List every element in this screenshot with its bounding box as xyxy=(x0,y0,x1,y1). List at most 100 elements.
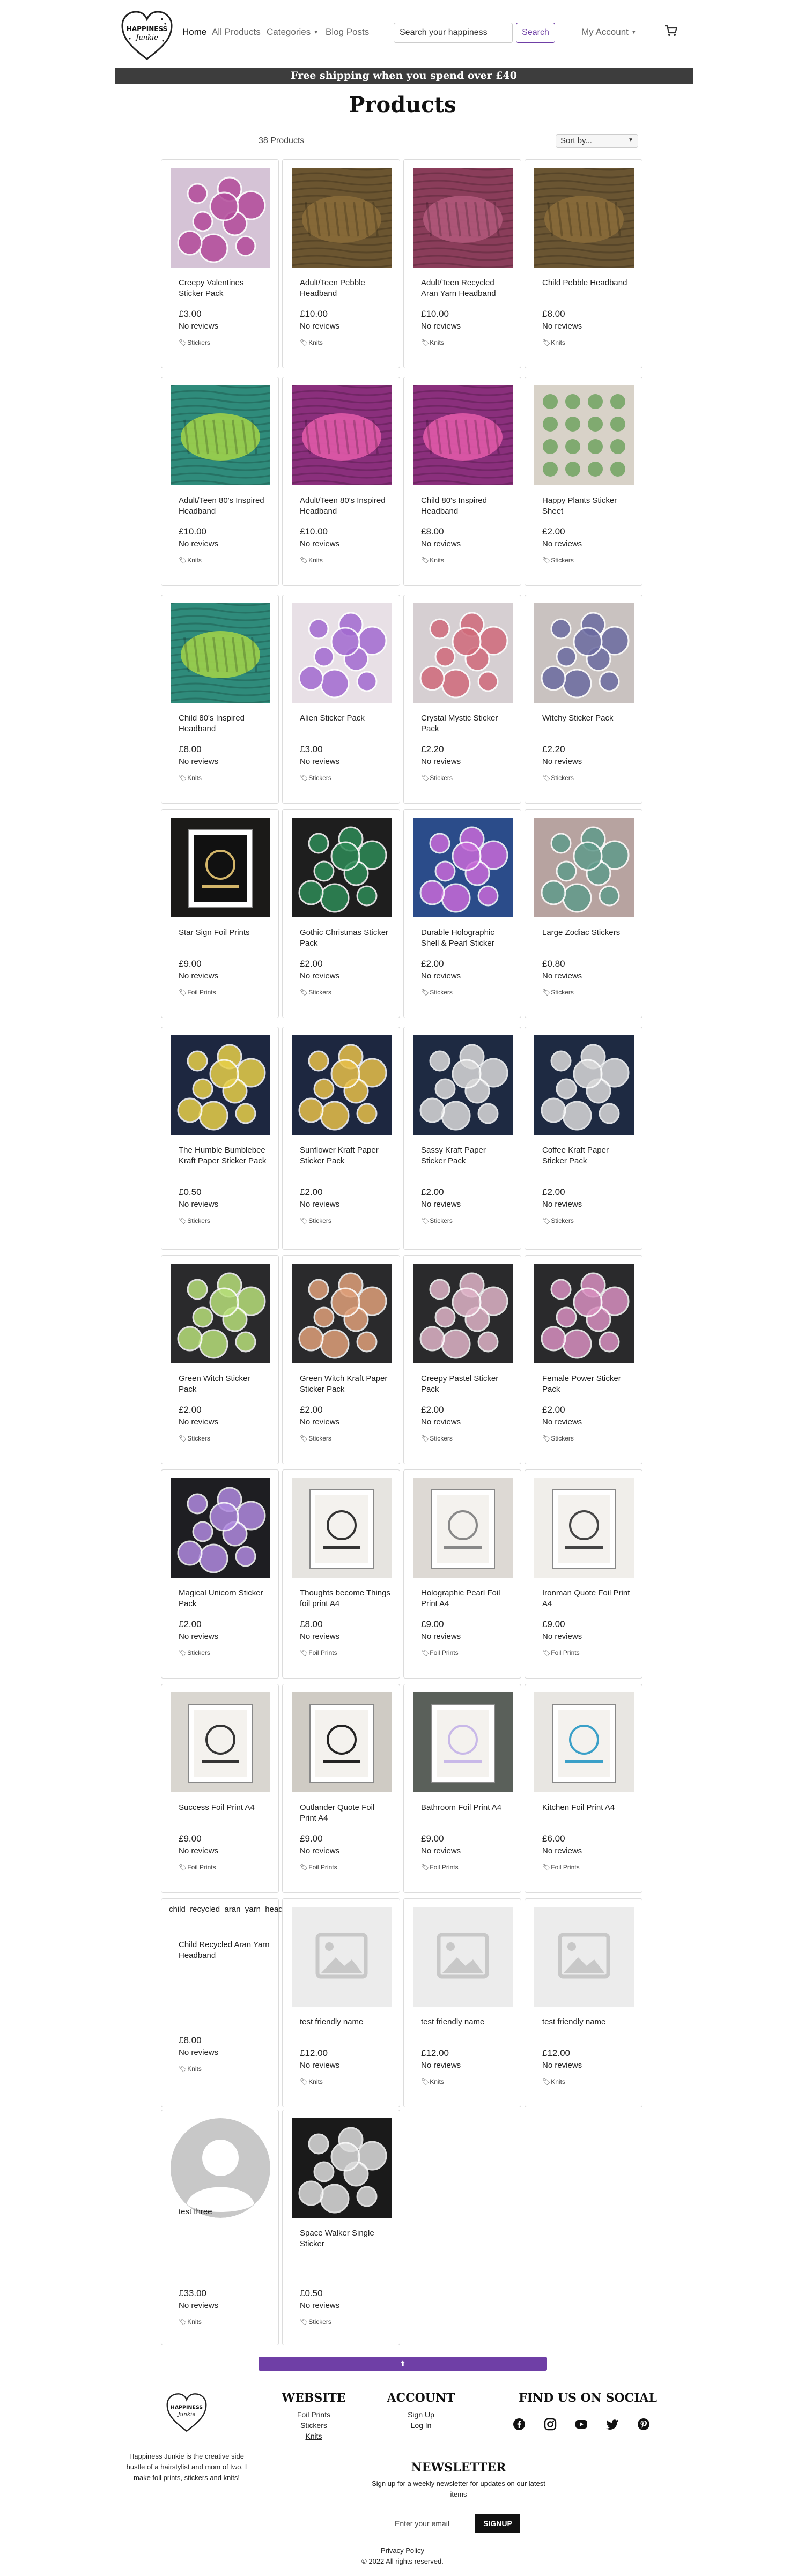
product-card[interactable]: Kitchen Foil Print A4 £6.00 No reviews 🏷Foi… xyxy=(525,1684,642,1893)
product-card[interactable]: Space Walker Single Sticker £0.50 No revie… xyxy=(282,2110,400,2345)
product-card[interactable]: Holographic Pearl Foil Print A4 £9.00 No r… xyxy=(403,1469,521,1679)
product-card[interactable]: Child 80's Inspired Headband £8.00 No revi… xyxy=(403,377,521,586)
product-card[interactable]: Adult/Teen 80's Inspired Headband £10.00 N… xyxy=(161,377,279,586)
product-card[interactable]: test friendly name £12.00 No reviews 🏷Knits xyxy=(403,1898,521,2107)
footer-link-knits[interactable]: Knits xyxy=(271,2432,357,2440)
product-name[interactable]: test three xyxy=(179,2207,270,2217)
product-image[interactable] xyxy=(534,168,634,268)
search-button[interactable]: Search xyxy=(516,23,555,43)
product-card[interactable]: Coffee Kraft Paper Sticker Pack £2.00 No r… xyxy=(525,1027,642,1250)
product-category[interactable]: 🏷Knits xyxy=(300,339,323,346)
product-category[interactable]: 🏷Stickers xyxy=(421,989,453,996)
site-logo[interactable]: HAPPINESS Junkie xyxy=(119,8,175,63)
product-category[interactable]: 🏷Stickers xyxy=(421,774,453,782)
product-name[interactable]: Creepy Valentines Sticker Pack xyxy=(179,278,270,299)
product-name[interactable]: Alien Sticker Pack xyxy=(300,713,391,724)
product-card[interactable]: Outlander Quote Foil Print A4 £9.00 No rev… xyxy=(282,1684,400,1893)
product-category[interactable]: 🏷Stickers xyxy=(179,1217,210,1224)
product-card[interactable]: Adult/Teen Recycled Aran Yarn Headband £1… xyxy=(403,159,521,368)
product-card[interactable]: Thoughts become Things foil print A4 £8.0… xyxy=(282,1469,400,1679)
product-image[interactable] xyxy=(413,603,513,703)
product-card[interactable]: Child Pebble Headband £8.00 No reviews 🏷Kni… xyxy=(525,159,642,368)
product-category[interactable]: 🏷Foil Prints xyxy=(421,1864,459,1871)
product-category[interactable]: 🏷Stickers xyxy=(179,1435,210,1442)
product-card[interactable]: Success Foil Print A4 £9.00 No reviews 🏷Foi… xyxy=(161,1684,279,1893)
back-to-top-button[interactable]: ⬆ xyxy=(259,2357,547,2371)
product-image[interactable] xyxy=(292,2118,392,2218)
product-image[interactable] xyxy=(292,1264,392,1363)
product-name[interactable]: test friendly name xyxy=(421,2017,512,2028)
product-category[interactable]: 🏷Knits xyxy=(179,774,202,782)
product-image[interactable] xyxy=(413,1478,513,1578)
product-card[interactable]: Happy Plants Sticker Sheet £2.00 No review… xyxy=(525,377,642,586)
product-category[interactable]: 🏷Foil Prints xyxy=(300,1864,337,1871)
product-card[interactable]: Magical Unicorn Sticker Pack £2.00 No revi… xyxy=(161,1469,279,1679)
product-name[interactable]: Thoughts become Things foil print A4 xyxy=(300,1588,391,1609)
pinterest-icon[interactable] xyxy=(637,2418,650,2431)
product-name[interactable]: Sassy Kraft Paper Sticker Pack xyxy=(421,1145,512,1167)
product-card[interactable]: Creepy Pastel Sticker Pack £2.00 No review… xyxy=(403,1255,521,1464)
product-card[interactable]: Bathroom Foil Print A4 £9.00 No reviews 🏷Fo… xyxy=(403,1684,521,1893)
product-category[interactable]: 🏷Knits xyxy=(179,2065,202,2073)
product-name[interactable]: Happy Plants Sticker Sheet xyxy=(542,495,633,517)
product-name[interactable]: Kitchen Foil Print A4 xyxy=(542,1802,633,1813)
product-name[interactable]: Adult/Teen Pebble Headband xyxy=(300,278,391,299)
product-image[interactable] xyxy=(171,1478,270,1578)
product-name[interactable]: Adult/Teen 80's Inspired Headband xyxy=(300,495,391,517)
product-name[interactable]: Child Recycled Aran Yarn Headband xyxy=(179,1940,270,1961)
nav-categories[interactable]: Categories ▼ xyxy=(267,27,319,38)
avatar-placeholder-icon[interactable] xyxy=(171,2118,270,2218)
product-card[interactable]: test three £33.00 No reviews 🏷Knits xyxy=(161,2110,279,2345)
product-card[interactable]: Green Witch Kraft Paper Sticker Pack £2.0… xyxy=(282,1255,400,1464)
product-category[interactable]: 🏷Stickers xyxy=(300,774,331,782)
product-image[interactable] xyxy=(534,818,634,917)
product-image[interactable] xyxy=(292,1035,392,1135)
product-card[interactable]: Creepy Valentines Sticker Pack £3.00 No re… xyxy=(161,159,279,368)
product-category[interactable]: 🏷Stickers xyxy=(300,1217,331,1224)
product-card[interactable]: Star Sign Foil Prints £9.00 No reviews 🏷Foi… xyxy=(161,809,279,1018)
product-name[interactable]: Ironman Quote Foil Print A4 xyxy=(542,1588,633,1609)
product-category[interactable]: 🏷Foil Prints xyxy=(179,1864,216,1871)
product-image[interactable] xyxy=(413,1264,513,1363)
footer-link-log-in[interactable]: Log In xyxy=(378,2421,464,2430)
product-category[interactable]: 🏷Stickers xyxy=(542,1435,574,1442)
nav-blog-posts[interactable]: Blog Posts xyxy=(326,27,369,38)
product-category[interactable]: 🏷Knits xyxy=(300,556,323,564)
image-placeholder-icon[interactable] xyxy=(413,1907,513,2007)
product-image[interactable] xyxy=(534,385,634,485)
product-name[interactable]: Sunflower Kraft Paper Sticker Pack xyxy=(300,1145,391,1167)
product-image[interactable] xyxy=(292,1478,392,1578)
product-card[interactable]: Sunflower Kraft Paper Sticker Pack £2.00 N… xyxy=(282,1027,400,1250)
product-name[interactable]: Adult/Teen Recycled Aran Yarn Headband xyxy=(421,278,512,299)
product-category[interactable]: 🏷Knits xyxy=(421,556,444,564)
product-card[interactable]: Durable Holographic Shell & Pearl Sticke… xyxy=(403,809,521,1018)
product-card[interactable]: Green Witch Sticker Pack £2.00 No reviews 🏷… xyxy=(161,1255,279,1464)
product-card[interactable]: Large Zodiac Stickers £0.80 No reviews 🏷Sti… xyxy=(525,809,642,1018)
product-category[interactable]: 🏷Stickers xyxy=(542,1217,574,1224)
product-category[interactable]: 🏷Foil Prints xyxy=(421,1649,459,1657)
product-category[interactable]: 🏷Knits xyxy=(179,556,202,564)
instagram-icon[interactable] xyxy=(544,2418,557,2431)
product-name[interactable]: Bathroom Foil Print A4 xyxy=(421,1802,512,1813)
newsletter-signup-button[interactable]: SIGNUP xyxy=(475,2514,520,2533)
youtube-icon[interactable] xyxy=(575,2418,588,2431)
product-category[interactable]: 🏷Stickers xyxy=(179,339,210,346)
product-image[interactable] xyxy=(413,1035,513,1135)
product-image[interactable] xyxy=(171,1692,270,1792)
product-category[interactable]: 🏷Foil Prints xyxy=(542,1649,580,1657)
product-category[interactable]: 🏷Stickers xyxy=(542,556,574,564)
product-image[interactable] xyxy=(171,818,270,917)
product-image[interactable] xyxy=(413,168,513,268)
search-input[interactable] xyxy=(394,23,513,43)
product-category[interactable]: 🏷Foil Prints xyxy=(542,1864,580,1871)
product-image[interactable] xyxy=(413,1692,513,1792)
product-image[interactable] xyxy=(292,385,392,485)
product-name[interactable]: Witchy Sticker Pack xyxy=(542,713,633,724)
product-image[interactable] xyxy=(413,818,513,917)
product-image[interactable] xyxy=(171,603,270,703)
product-category[interactable]: 🏷Stickers xyxy=(300,1435,331,1442)
product-card[interactable]: Crystal Mystic Sticker Pack £2.20 No revie… xyxy=(403,595,521,804)
product-card[interactable]: The Humble Bumblebee Kraft Paper Sticker… xyxy=(161,1027,279,1250)
product-category[interactable]: 🏷Stickers xyxy=(421,1217,453,1224)
product-image[interactable] xyxy=(534,1478,634,1578)
